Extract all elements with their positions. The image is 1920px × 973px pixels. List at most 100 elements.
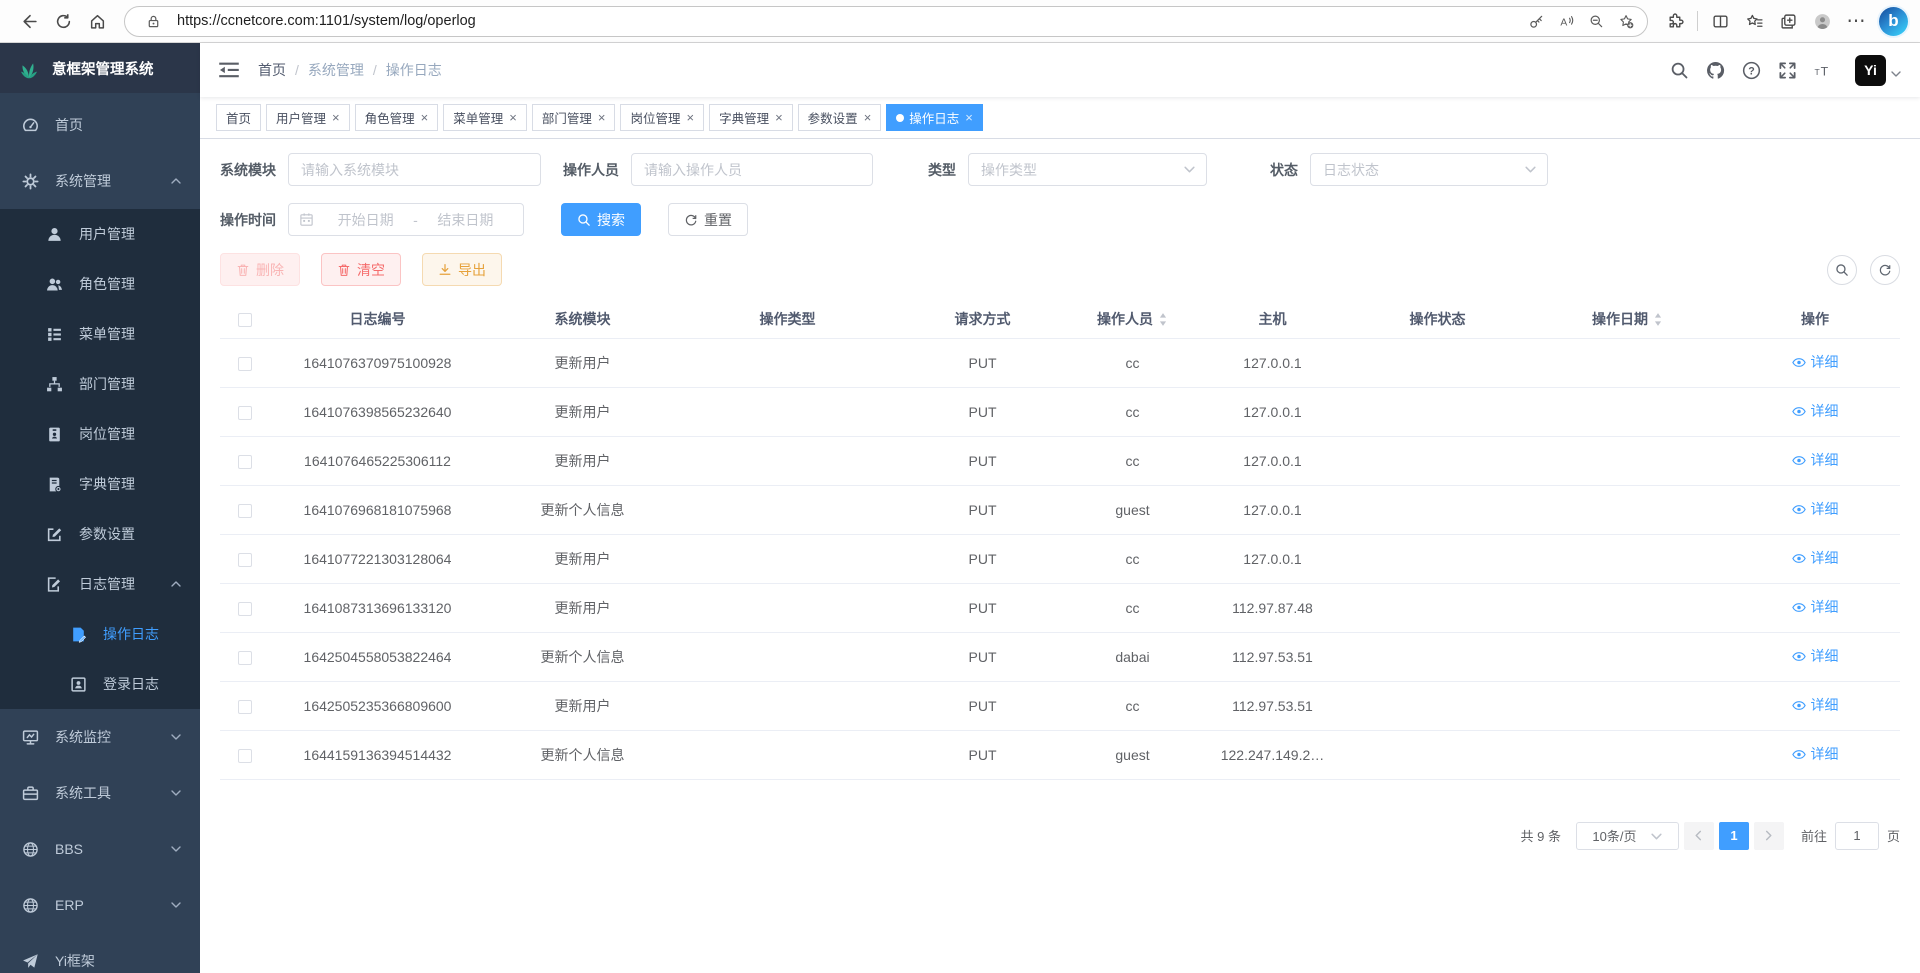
sidebar-item-menu[interactable]: 菜单管理 bbox=[0, 309, 200, 359]
refresh-icon[interactable] bbox=[46, 4, 80, 38]
detail-button[interactable]: 详细 bbox=[1792, 499, 1839, 519]
delete-button[interactable]: 删除 bbox=[220, 253, 300, 286]
select-all-checkbox[interactable] bbox=[238, 313, 252, 327]
sidebar-item-log[interactable]: 日志管理 bbox=[0, 559, 200, 609]
profile-icon[interactable] bbox=[1805, 4, 1839, 38]
breadcrumb-item[interactable]: 系统管理 bbox=[308, 60, 364, 80]
row-checkbox[interactable] bbox=[238, 504, 252, 518]
split-screen-icon[interactable] bbox=[1703, 4, 1737, 38]
help-icon[interactable]: ? bbox=[1733, 52, 1769, 88]
tab-参数设置[interactable]: 参数设置× bbox=[798, 104, 882, 131]
fullscreen-icon[interactable] bbox=[1769, 52, 1805, 88]
row-checkbox[interactable] bbox=[238, 749, 252, 763]
row-checkbox[interactable] bbox=[238, 700, 252, 714]
clear-button[interactable]: 清空 bbox=[321, 253, 401, 286]
close-tab-icon[interactable]: × bbox=[775, 110, 783, 125]
module-input[interactable] bbox=[288, 153, 541, 186]
tab-菜单管理[interactable]: 菜单管理× bbox=[443, 104, 527, 131]
url-text[interactable]: https://ccnetcore.com:1101/system/log/op… bbox=[177, 13, 1521, 29]
operator-input[interactable] bbox=[631, 153, 873, 186]
prev-page-icon[interactable] bbox=[1684, 822, 1714, 850]
close-tab-icon[interactable]: × bbox=[864, 110, 872, 125]
breadcrumb-item[interactable]: 首页 bbox=[258, 60, 286, 80]
close-tab-icon[interactable]: × bbox=[332, 110, 340, 125]
zoom-out-icon[interactable] bbox=[1581, 7, 1611, 35]
status-select[interactable]: 日志状态 bbox=[1310, 153, 1548, 186]
sidebar-item-system[interactable]: 系统管理 bbox=[0, 153, 200, 209]
sidebar-item-yi[interactable]: Yi框架 bbox=[0, 933, 200, 973]
close-tab-icon[interactable]: × bbox=[421, 110, 429, 125]
key-icon[interactable] bbox=[1521, 7, 1551, 35]
sidebar-item-config[interactable]: 参数设置 bbox=[0, 509, 200, 559]
tab-部门管理[interactable]: 部门管理× bbox=[532, 104, 616, 131]
refresh-table-icon[interactable] bbox=[1870, 255, 1900, 285]
font-size-icon[interactable]: TT bbox=[1805, 52, 1841, 88]
row-checkbox[interactable] bbox=[238, 455, 252, 469]
chevron-down-icon[interactable] bbox=[1890, 68, 1902, 80]
favorites-icon[interactable] bbox=[1737, 4, 1771, 38]
type-select[interactable]: 操作类型 bbox=[968, 153, 1207, 186]
row-checkbox[interactable] bbox=[238, 602, 252, 616]
sort-caret-icon[interactable] bbox=[1653, 312, 1663, 327]
lock-icon[interactable] bbox=[138, 7, 168, 35]
collections-icon[interactable] bbox=[1771, 4, 1805, 38]
close-tab-icon[interactable]: × bbox=[686, 110, 694, 125]
avatar[interactable]: Yi bbox=[1855, 55, 1886, 86]
add-favorite-icon[interactable] bbox=[1611, 7, 1641, 35]
search-button[interactable]: 搜索 bbox=[561, 203, 641, 236]
detail-button[interactable]: 详细 bbox=[1792, 352, 1839, 372]
tab-操作日志[interactable]: 操作日志× bbox=[886, 104, 983, 131]
close-tab-icon[interactable]: × bbox=[509, 110, 517, 125]
detail-button[interactable]: 详细 bbox=[1792, 401, 1839, 421]
tab-岗位管理[interactable]: 岗位管理× bbox=[620, 104, 704, 131]
export-button[interactable]: 导出 bbox=[422, 253, 502, 286]
row-checkbox[interactable] bbox=[238, 553, 252, 567]
address-bar[interactable]: https://ccnetcore.com:1101/system/log/op… bbox=[124, 6, 1648, 37]
github-icon[interactable] bbox=[1697, 52, 1733, 88]
sidebar-item-role[interactable]: 角色管理 bbox=[0, 259, 200, 309]
sidebar-item-loginlog[interactable]: 登录日志 bbox=[0, 659, 200, 709]
date-range-picker[interactable]: 开始日期 - 结束日期 bbox=[288, 203, 524, 236]
toggle-search-icon[interactable] bbox=[1827, 255, 1857, 285]
goto-page-input[interactable] bbox=[1835, 822, 1879, 850]
column-header-5[interactable]: 操作人员 bbox=[1070, 300, 1195, 338]
read-aloud-icon[interactable]: A bbox=[1551, 7, 1581, 35]
detail-button[interactable]: 详细 bbox=[1792, 597, 1839, 617]
sidebar-item-dept[interactable]: 部门管理 bbox=[0, 359, 200, 409]
search-icon[interactable] bbox=[1661, 52, 1697, 88]
sidebar-item-dict[interactable]: 字典管理 bbox=[0, 459, 200, 509]
page-1-button[interactable]: 1 bbox=[1719, 822, 1749, 850]
sidebar-item-bbs[interactable]: BBS bbox=[0, 821, 200, 877]
detail-button[interactable]: 详细 bbox=[1792, 450, 1839, 470]
close-tab-icon[interactable]: × bbox=[598, 110, 606, 125]
row-checkbox[interactable] bbox=[238, 651, 252, 665]
more-menu-icon[interactable]: ⋯ bbox=[1839, 4, 1873, 38]
next-page-icon[interactable] bbox=[1754, 822, 1784, 850]
sidebar-item-user[interactable]: 用户管理 bbox=[0, 209, 200, 259]
back-icon[interactable] bbox=[12, 4, 46, 38]
row-checkbox[interactable] bbox=[238, 357, 252, 371]
sort-caret-icon[interactable] bbox=[1158, 312, 1168, 327]
row-checkbox[interactable] bbox=[238, 406, 252, 420]
page-size-select[interactable]: 10条/页 bbox=[1576, 822, 1679, 850]
extensions-icon[interactable] bbox=[1658, 4, 1692, 38]
detail-button[interactable]: 详细 bbox=[1792, 695, 1839, 715]
sidebar-toggle-icon[interactable] bbox=[218, 60, 240, 80]
sidebar-item-tools[interactable]: 系统工具 bbox=[0, 765, 200, 821]
tab-角色管理[interactable]: 角色管理× bbox=[355, 104, 439, 131]
detail-button[interactable]: 详细 bbox=[1792, 646, 1839, 666]
sidebar-item-post[interactable]: 岗位管理 bbox=[0, 409, 200, 459]
column-header-8[interactable]: 操作日期 bbox=[1525, 300, 1730, 338]
tab-字典管理[interactable]: 字典管理× bbox=[709, 104, 793, 131]
tab-用户管理[interactable]: 用户管理× bbox=[266, 104, 350, 131]
sidebar-item-operlog[interactable]: 操作日志 bbox=[0, 609, 200, 659]
home-icon[interactable] bbox=[80, 4, 114, 38]
sidebar-item-erp[interactable]: ERP bbox=[0, 877, 200, 933]
detail-button[interactable]: 详细 bbox=[1792, 744, 1839, 764]
reset-button[interactable]: 重置 bbox=[668, 203, 748, 236]
close-tab-icon[interactable]: × bbox=[965, 110, 973, 125]
detail-button[interactable]: 详细 bbox=[1792, 548, 1839, 568]
bing-chat-icon[interactable]: b bbox=[1879, 7, 1908, 36]
sidebar-item-home[interactable]: 首页 bbox=[0, 97, 200, 153]
tab-首页[interactable]: 首页 bbox=[216, 104, 261, 131]
